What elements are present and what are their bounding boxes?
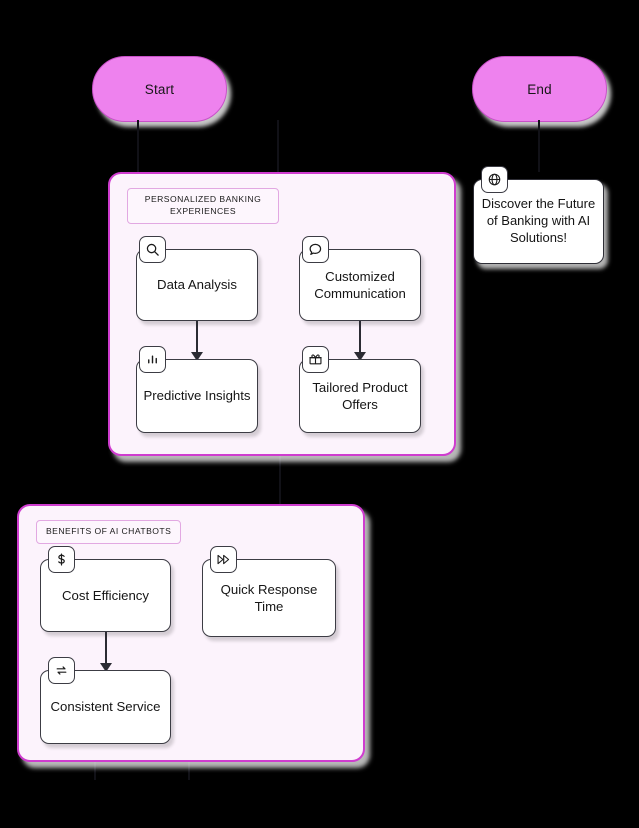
fast-forward-icon — [210, 546, 237, 573]
connector-group-1-to-group-2 — [279, 452, 281, 504]
repeat-icon — [48, 657, 75, 684]
node-label-consistent-service: Consistent Service — [50, 699, 161, 715]
node-label-customized-communication: Customized Communication — [314, 268, 406, 301]
connector-end-to-note — [538, 120, 540, 172]
note-label: Discover the Future of Banking with AI S… — [481, 196, 596, 245]
node-label-tailored-product-offers: Tailored Product Offers — [312, 379, 408, 412]
start-terminal[interactable]: Start — [92, 56, 227, 122]
arrow-cost-efficiency-to-consistent-service — [105, 632, 107, 666]
diagram-canvas: Start End PERSONALIZED BANKING EXPERIENC… — [0, 0, 639, 828]
group-label-personalized-banking-experiences: PERSONALIZED BANKING EXPERIENCES — [127, 188, 279, 224]
globe-icon — [481, 166, 508, 193]
connector-start-to-group-1 — [137, 120, 139, 172]
connector-start-to-group-1-b — [277, 120, 279, 172]
arrow-customized-communication-to-tailored-offers — [359, 321, 361, 355]
bar-chart-icon — [139, 346, 166, 373]
node-label-cost-efficiency: Cost Efficiency — [62, 587, 149, 603]
arrow-data-analysis-to-predictive-insights — [196, 321, 198, 355]
dollar-icon — [48, 546, 75, 573]
chat-bubble-icon — [302, 236, 329, 263]
end-terminal[interactable]: End — [472, 56, 607, 122]
node-label-quick-response-time: Quick Response Time — [220, 581, 318, 614]
group-label-benefits-of-ai-chatbots: BENEFITS OF AI CHATBOTS — [36, 520, 182, 544]
gift-icon — [302, 346, 329, 373]
start-terminal-label: Start — [144, 81, 175, 97]
node-label-data-analysis: Data Analysis — [157, 277, 237, 293]
end-terminal-label: End — [527, 81, 552, 97]
search-icon — [139, 236, 166, 263]
node-label-predictive-insights: Predictive Insights — [143, 388, 251, 404]
